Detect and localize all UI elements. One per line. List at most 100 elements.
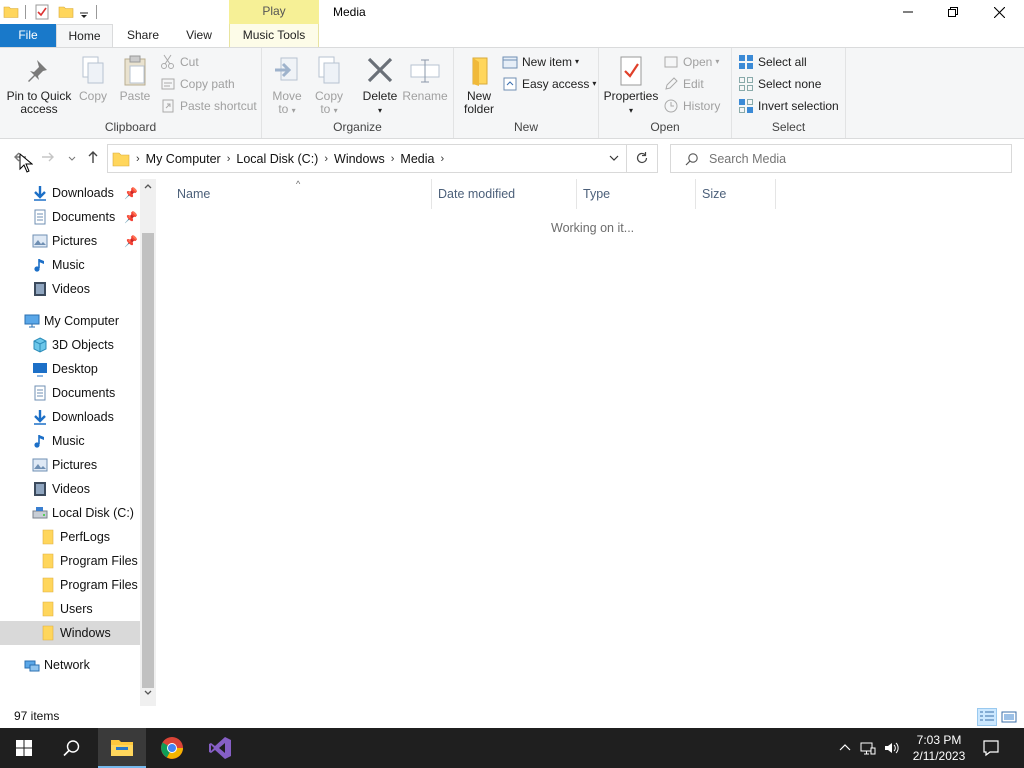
address-dropdown-icon[interactable] xyxy=(608,152,620,164)
customize-toolbar-icon[interactable] xyxy=(78,4,90,20)
easy-access-button[interactable]: Easy access ▾ xyxy=(502,74,596,94)
nav-item-windows[interactable]: Windows xyxy=(0,621,140,645)
taskbar-visual-studio[interactable] xyxy=(196,728,244,768)
nav-item-program-files[interactable]: Program Files xyxy=(40,549,138,573)
details-view-button[interactable] xyxy=(977,708,997,726)
nav-item-users[interactable]: Users xyxy=(40,597,93,621)
column-header-date-modified[interactable]: Date modified xyxy=(432,179,577,209)
tab-view[interactable]: View xyxy=(173,24,225,47)
column-header-size[interactable]: Size xyxy=(696,179,776,209)
nav-label: Pictures xyxy=(52,458,98,472)
column-header-type[interactable]: Type xyxy=(577,179,696,209)
search-box[interactable] xyxy=(670,144,1012,173)
nav-item-music-quick[interactable]: Music xyxy=(32,253,85,277)
copy-to-button[interactable]: Copy to ▾ xyxy=(310,54,348,117)
refresh-button[interactable] xyxy=(627,144,658,173)
tab-share[interactable]: Share xyxy=(113,24,173,47)
paste-shortcut-button[interactable]: Paste shortcut xyxy=(160,96,257,116)
nav-item-network[interactable]: Network xyxy=(24,653,90,677)
breadcrumb-media[interactable]: Media xyxy=(400,152,434,166)
nav-label: Pictures xyxy=(52,234,98,248)
action-center-button[interactable] xyxy=(968,728,1014,768)
pin-to-quick-access-button[interactable]: Pin to Quick access xyxy=(4,54,74,116)
nav-item-documents-quick[interactable]: Documents xyxy=(32,205,115,229)
tab-file[interactable]: File xyxy=(0,24,56,47)
delete-button[interactable]: Delete ▾ xyxy=(358,54,402,117)
breadcrumb-windows[interactable]: Windows xyxy=(334,152,385,166)
nav-item-videos-quick[interactable]: Videos xyxy=(32,277,90,301)
move-to-button[interactable]: Move to ▾ xyxy=(268,54,306,117)
volume-icon[interactable] xyxy=(884,741,900,755)
breadcrumb-my-computer[interactable]: My Computer xyxy=(146,152,221,166)
pinned-icon[interactable]: 📌 xyxy=(124,187,138,200)
search-input[interactable] xyxy=(709,151,989,166)
nav-label: Program Files xyxy=(60,554,138,568)
nav-item-videos[interactable]: Videos xyxy=(32,477,90,501)
select-group: Select all Select none Invert selection … xyxy=(732,48,846,138)
paste-button[interactable]: Paste xyxy=(116,54,154,103)
pinned-icon[interactable]: 📌 xyxy=(124,235,138,248)
invert-selection-button[interactable]: Invert selection xyxy=(738,96,839,116)
new-item-button[interactable]: New item ▾ xyxy=(502,52,579,72)
open-button[interactable]: Open ▾ xyxy=(663,52,719,72)
nav-item-desktop[interactable]: Desktop xyxy=(32,357,98,381)
new-folder-icon[interactable] xyxy=(58,4,74,20)
restore-button[interactable] xyxy=(930,0,976,24)
large-icons-view-button[interactable] xyxy=(999,708,1019,726)
rename-button[interactable]: Rename xyxy=(402,54,448,103)
cut-button[interactable]: Cut xyxy=(160,52,199,72)
nav-pane-scrollbar[interactable] xyxy=(140,179,156,706)
properties-check-icon[interactable] xyxy=(34,4,50,20)
clock[interactable]: 7:03 PM 2/11/2023 xyxy=(908,732,970,764)
minimize-button[interactable] xyxy=(885,0,931,24)
forward-button[interactable] xyxy=(38,149,58,169)
nav-item-local-disk[interactable]: Local Disk (C:) xyxy=(32,501,134,525)
breadcrumb-separator[interactable]: › xyxy=(391,153,395,165)
breadcrumb-separator[interactable]: › xyxy=(136,153,140,165)
network-status-icon[interactable] xyxy=(860,741,876,755)
copy-button[interactable]: Copy xyxy=(74,54,112,103)
nav-item-3d-objects[interactable]: 3D Objects xyxy=(32,333,114,357)
start-button[interactable] xyxy=(0,728,48,768)
folder-icon xyxy=(112,152,130,166)
new-folder-button[interactable]: New folder xyxy=(460,54,498,116)
folder-icon[interactable] xyxy=(3,4,19,20)
breadcrumb-separator[interactable]: › xyxy=(440,153,444,165)
breadcrumb-separator[interactable]: › xyxy=(227,153,231,165)
select-none-button[interactable]: Select none xyxy=(738,74,821,94)
nav-item-perflogs[interactable]: PerfLogs xyxy=(40,525,110,549)
copy-path-label: Copy path xyxy=(180,77,235,91)
recent-locations-button[interactable] xyxy=(62,149,82,169)
scroll-up-button[interactable] xyxy=(140,181,156,197)
nav-item-program-files-x86[interactable]: Program Files ( xyxy=(40,573,140,597)
history-button[interactable]: History xyxy=(663,96,720,116)
nav-item-downloads[interactable]: Downloads xyxy=(32,405,114,429)
properties-button[interactable]: Properties ▾ xyxy=(603,54,659,117)
taskbar-search-button[interactable] xyxy=(48,728,96,768)
scroll-down-button[interactable] xyxy=(140,688,156,704)
show-hidden-icons-icon[interactable] xyxy=(838,741,852,755)
taskbar-chrome[interactable] xyxy=(148,728,196,768)
nav-item-documents[interactable]: Documents xyxy=(32,381,115,405)
nav-item-pictures[interactable]: Pictures xyxy=(32,453,97,477)
nav-item-pictures-quick[interactable]: Pictures xyxy=(32,229,97,253)
up-button[interactable] xyxy=(83,149,103,169)
nav-item-music[interactable]: Music xyxy=(32,429,85,453)
edit-button[interactable]: Edit xyxy=(663,74,704,94)
scroll-thumb[interactable] xyxy=(142,233,154,688)
copy-path-button[interactable]: Copy path xyxy=(160,74,235,94)
address-bar[interactable]: › My Computer › Local Disk (C:) › Window… xyxy=(107,144,627,173)
nav-item-downloads-quick[interactable]: Downloads xyxy=(32,181,114,205)
tab-music-tools[interactable]: Music Tools xyxy=(229,24,319,47)
select-all-button[interactable]: Select all xyxy=(738,52,807,72)
column-header-name[interactable]: Name xyxy=(171,179,432,209)
breadcrumb-local-disk[interactable]: Local Disk (C:) xyxy=(236,152,318,166)
pinned-icon[interactable]: 📌 xyxy=(124,211,138,224)
tab-home[interactable]: Home xyxy=(56,24,113,48)
new-group: New folder New item ▾ Easy access ▾ New xyxy=(454,48,599,138)
breadcrumb-separator[interactable]: › xyxy=(324,153,328,165)
taskbar-file-explorer[interactable] xyxy=(98,728,146,768)
nav-item-my-computer[interactable]: My Computer xyxy=(24,309,119,333)
close-button[interactable] xyxy=(976,0,1022,24)
up-arrow-icon xyxy=(88,151,98,163)
